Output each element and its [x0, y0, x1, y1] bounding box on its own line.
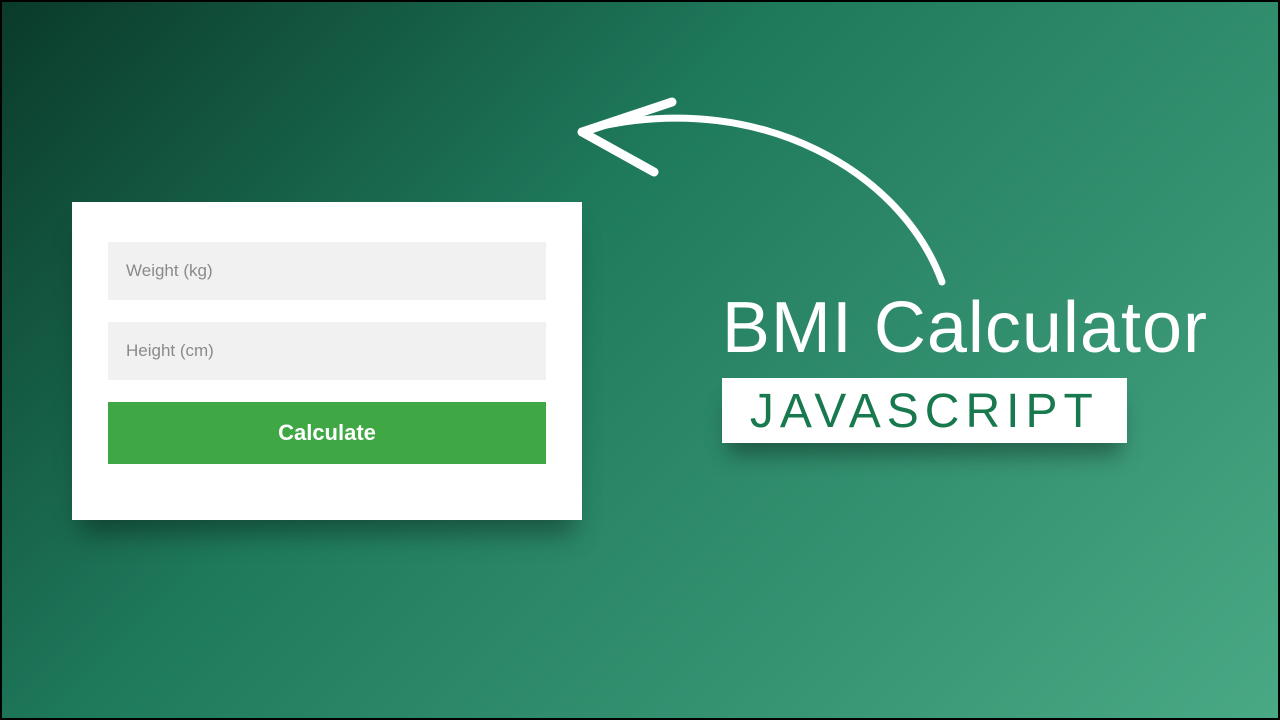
curved-arrow-icon	[522, 62, 1002, 302]
page-subtitle: JAVASCRIPT	[722, 378, 1127, 443]
page-title: BMI Calculator	[722, 292, 1208, 364]
height-input[interactable]	[108, 322, 546, 380]
title-block: BMI Calculator JAVASCRIPT	[722, 292, 1208, 443]
bmi-form-card: Calculate	[72, 202, 582, 520]
weight-input[interactable]	[108, 242, 546, 300]
calculate-button[interactable]: Calculate	[108, 402, 546, 464]
